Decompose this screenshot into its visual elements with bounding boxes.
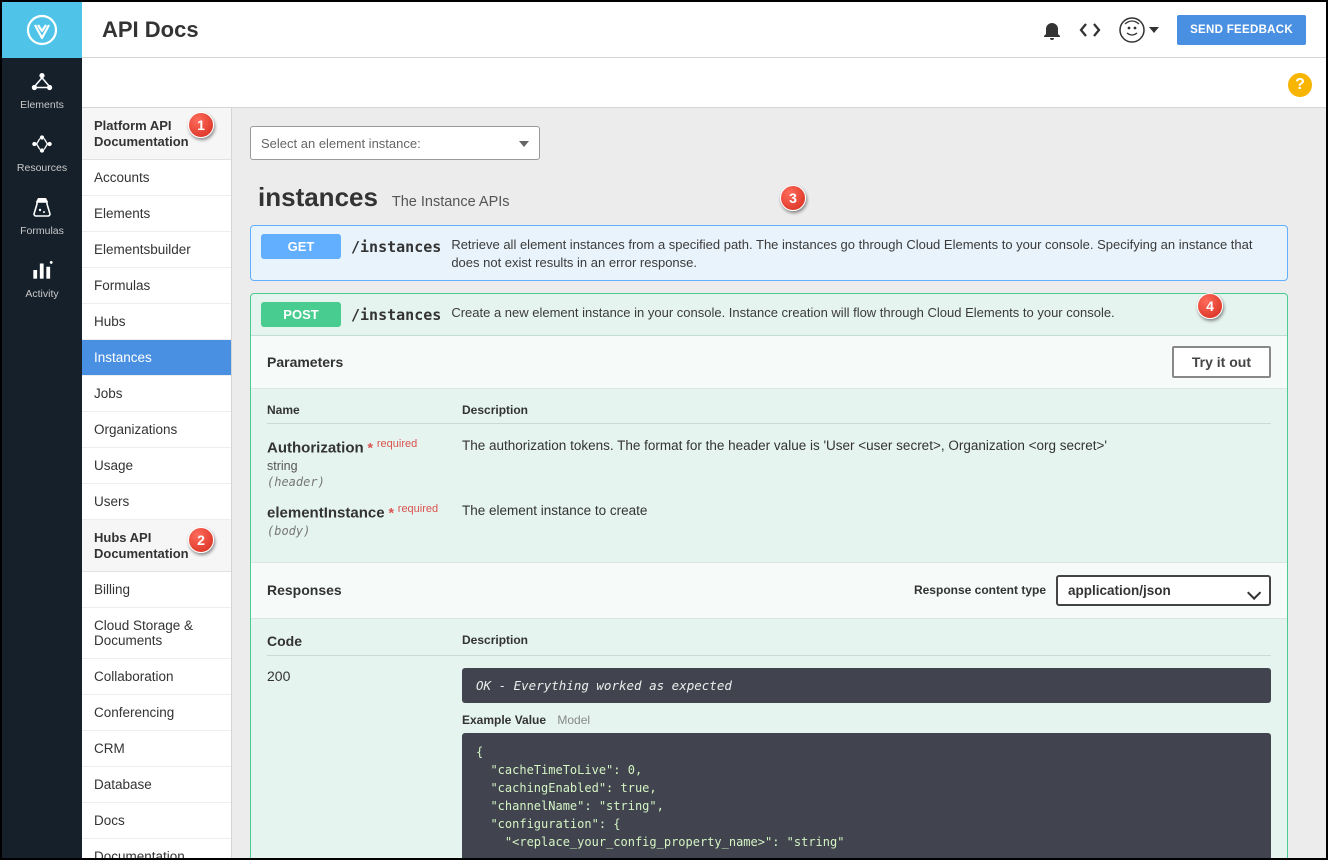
- param-required-1: required: [398, 503, 438, 515]
- instance-select-placeholder: Select an element instance:: [261, 136, 421, 151]
- sidebar-item-accounts[interactable]: Accounts: [82, 160, 231, 196]
- sidebar-item-jobs[interactable]: Jobs: [82, 376, 231, 412]
- resp-code-200: 200: [267, 668, 462, 858]
- sidebar-item-formulas[interactable]: Formulas: [82, 268, 231, 304]
- op-summary-get: Retrieve all element instances from a sp…: [451, 234, 1277, 272]
- sidebar-item-hubs[interactable]: Hubs: [82, 304, 231, 340]
- doc-area: Select an element instance: instances Th…: [232, 108, 1326, 858]
- param-in-1: (body): [267, 524, 310, 538]
- response-content-type-select[interactable]: application/json: [1056, 575, 1271, 606]
- section-title: instances: [258, 182, 378, 212]
- logo[interactable]: [2, 2, 82, 58]
- sidebar-item-crm[interactable]: CRM: [82, 731, 231, 767]
- sidebar-item-collaboration[interactable]: Collaboration: [82, 659, 231, 695]
- rail-activity-label: Activity: [2, 288, 82, 300]
- elements-icon: [29, 70, 55, 92]
- sidebar-item-usage[interactable]: Usage: [82, 448, 231, 484]
- rail-activity[interactable]: Activity: [2, 247, 82, 310]
- resp-col-code: Code: [267, 633, 462, 649]
- resp-ok-text: OK - Everything worked as expected: [462, 668, 1271, 703]
- sidebar-item-organizations[interactable]: Organizations: [82, 412, 231, 448]
- param-type-0: string: [267, 459, 298, 473]
- resp-col-desc: Description: [462, 633, 1271, 649]
- sidebar-item-documentation[interactable]: Documentation: [82, 839, 231, 858]
- help-icon: ?: [1295, 76, 1305, 94]
- callout-4: 4: [1197, 293, 1223, 319]
- rail-resources-label: Resources: [2, 162, 82, 174]
- send-feedback-button[interactable]: SEND FEEDBACK: [1177, 15, 1306, 45]
- resources-icon: [29, 133, 55, 155]
- op-path-get: /instances: [351, 234, 441, 256]
- method-badge-get: GET: [261, 234, 341, 259]
- callout-3: 3: [780, 185, 806, 211]
- page-title: API Docs: [102, 17, 199, 43]
- try-it-out-button[interactable]: Try it out: [1172, 346, 1271, 378]
- activity-icon: [29, 259, 55, 281]
- sidebar-item-docs[interactable]: Docs: [82, 803, 231, 839]
- help-button[interactable]: ?: [1288, 73, 1312, 97]
- subbar: ?: [82, 58, 1326, 108]
- code-icon: [1079, 22, 1101, 38]
- instance-select[interactable]: Select an element instance:: [250, 126, 540, 160]
- code-button[interactable]: [1079, 22, 1101, 38]
- sidebar-item-cloudstorage[interactable]: Cloud Storage & Documents: [82, 608, 231, 659]
- callout-1: 1: [188, 112, 214, 138]
- notifications-button[interactable]: [1043, 20, 1061, 40]
- left-rail: Elements Resources Formulas Activity: [2, 2, 82, 858]
- op-summary-post: Create a new element instance in your co…: [451, 302, 1114, 322]
- avatar-icon: [1119, 17, 1145, 43]
- op-post-header[interactable]: POST /instances Create a new element ins…: [251, 294, 1287, 335]
- op-get-instances[interactable]: GET /instances Retrieve all element inst…: [250, 225, 1288, 281]
- logo-icon: [26, 14, 58, 46]
- param-required-0: required: [377, 438, 417, 450]
- example-json: { "cacheTimeToLive": 0, "cachingEnabled"…: [462, 733, 1271, 858]
- param-name-1: elementInstance: [267, 505, 385, 522]
- rail-elements[interactable]: Elements: [2, 58, 82, 121]
- sidebar-item-database[interactable]: Database: [82, 767, 231, 803]
- formulas-icon: [29, 196, 55, 218]
- rail-elements-label: Elements: [2, 99, 82, 111]
- rail-formulas[interactable]: Formulas: [2, 184, 82, 247]
- model-tab[interactable]: Model: [557, 713, 590, 727]
- profile-menu[interactable]: [1119, 17, 1159, 43]
- example-value-tab[interactable]: Example Value: [462, 713, 546, 727]
- sidebar-item-elements[interactable]: Elements: [82, 196, 231, 232]
- chevron-down-icon: [1149, 27, 1159, 33]
- sidebar-item-users[interactable]: Users: [82, 484, 231, 520]
- parameters-heading: Parameters: [267, 354, 343, 370]
- param-in-0: (header): [267, 475, 325, 489]
- param-desc-0: The authorization tokens. The format for…: [462, 438, 1271, 489]
- op-post-instances: POST /instances Create a new element ins…: [250, 293, 1288, 858]
- rail-formulas-label: Formulas: [2, 225, 82, 237]
- sidebar-item-elementsbuilder[interactable]: Elementsbuilder: [82, 232, 231, 268]
- param-col-name: Name: [267, 403, 462, 417]
- response-content-type-label: Response content type: [914, 583, 1046, 597]
- sidebar: Platform API Documentation Accounts Elem…: [82, 108, 232, 858]
- responses-heading: Responses: [267, 582, 342, 598]
- param-col-desc: Description: [462, 403, 1271, 417]
- topbar: API Docs SEND FEEDBACK: [82, 2, 1326, 58]
- sidebar-item-billing[interactable]: Billing: [82, 572, 231, 608]
- callout-2: 2: [188, 527, 214, 553]
- rail-resources[interactable]: Resources: [2, 121, 82, 184]
- bell-icon: [1043, 20, 1061, 40]
- method-badge-post: POST: [261, 302, 341, 327]
- param-desc-1: The element instance to create: [462, 503, 1271, 538]
- op-path-post: /instances: [351, 302, 441, 324]
- sidebar-item-conferencing[interactable]: Conferencing: [82, 695, 231, 731]
- sidebar-item-instances[interactable]: Instances: [82, 340, 231, 376]
- section-subtitle: The Instance APIs: [392, 194, 510, 210]
- param-name-0: Authorization: [267, 440, 364, 457]
